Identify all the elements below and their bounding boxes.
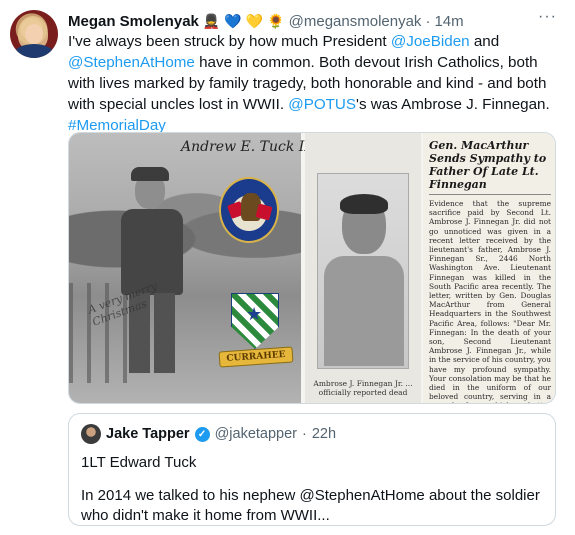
yellow-heart-emoji-icon: 💛: [245, 13, 264, 29]
quoted-tweet-timestamp[interactable]: 22h: [312, 426, 336, 442]
portrait-panel: Ambrose J. Finnegan Jr. ... officially r…: [305, 133, 421, 403]
quoted-tweet-line1: 1LT Edward Tuck: [81, 454, 197, 471]
quoted-tweet-header: Jake Tapper ✓ @jaketapper · 22h: [81, 424, 336, 444]
quoted-author-avatar[interactable]: [81, 424, 101, 444]
clipping-headline: Gen. MacArthur Sends Sympathy to Father …: [429, 139, 551, 195]
mention-potus-link[interactable]: @POTUS: [288, 96, 356, 113]
tweet-text-part: I've always been struck by how much Pres…: [68, 33, 391, 50]
portrait-hair: [340, 194, 388, 214]
sunflower-emoji-icon: 🌻: [267, 13, 285, 29]
portrait-body: [324, 256, 404, 366]
mention-stephenathome-link[interactable]: @StephenAtHome: [68, 54, 195, 71]
avatar-shirt: [14, 44, 54, 58]
author-handle[interactable]: @megansmolenyak: [289, 13, 422, 30]
avatar-face: [25, 24, 43, 44]
tweet-text-part: and: [469, 33, 500, 50]
tweet-text: I've always been struck by how much Pres…: [68, 31, 558, 136]
blue-heart-emoji-icon: 💙: [224, 13, 242, 29]
quoted-tweet-line2: In 2014 we talked to his nephew @Stephen…: [81, 487, 540, 524]
portrait-caption: Ambrose J. Finnegan Jr. ... officially r…: [313, 379, 413, 397]
tweet-timestamp[interactable]: 14m: [434, 13, 463, 30]
star-icon: ★: [246, 304, 263, 324]
handwritten-name-caption: Andrew E. Tuck II: [181, 139, 310, 155]
clipping-body: Evidence that the supreme sacrifice paid…: [429, 199, 551, 403]
mention-joebiden-link[interactable]: @JoeBiden: [391, 33, 470, 50]
separator-dot: ·: [302, 426, 307, 442]
tweet-media-image[interactable]: A very merry Christmas Andrew E. Tuck II…: [68, 132, 556, 404]
verified-badge-icon: ✓: [194, 426, 210, 442]
separator-dot: ·: [425, 12, 431, 30]
tweet[interactable]: Megan Smolenyak 💂 💙 💛 🌻 @megansmolenyak …: [0, 0, 575, 535]
portrait-photo: [317, 173, 409, 369]
quoted-author-name[interactable]: Jake Tapper: [106, 426, 190, 442]
soldier-cap: [131, 167, 169, 181]
more-options-icon[interactable]: ···: [538, 8, 557, 26]
author-avatar[interactable]: [10, 10, 58, 58]
quoted-author-handle[interactable]: @jaketapper: [215, 426, 297, 442]
guard-emoji-icon: 💂: [202, 13, 221, 29]
dice-eagle-patch-icon: [219, 177, 279, 243]
newspaper-clipping: Gen. MacArthur Sends Sympathy to Father …: [423, 133, 555, 403]
tweet-header: Megan Smolenyak 💂 💙 💛 🌻 @megansmolenyak …: [68, 10, 464, 32]
quoted-tweet[interactable]: Jake Tapper ✓ @jaketapper · 22h 1LT Edwa…: [68, 413, 556, 526]
tweet-text-part: 's was Ambrose J. Finnegan.: [356, 96, 550, 113]
author-name[interactable]: Megan Smolenyak: [68, 13, 199, 30]
